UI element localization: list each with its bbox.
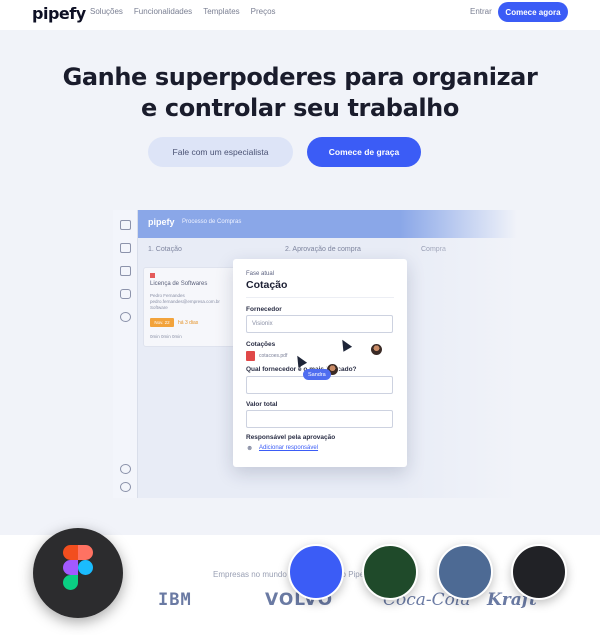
figma-logo-icon bbox=[33, 528, 123, 618]
hero-title-line-2: e controlar seu trabalho bbox=[141, 94, 459, 122]
card-date-tag: Nov. 22 bbox=[150, 318, 174, 327]
table-icon bbox=[120, 243, 131, 253]
nav-link-templates[interactable]: Templates bbox=[203, 7, 239, 16]
supplier-field[interactable]: Visionix bbox=[246, 315, 393, 333]
card-category: Software bbox=[150, 305, 168, 310]
total-field[interactable] bbox=[246, 410, 393, 428]
collaborator-avatar bbox=[370, 343, 383, 356]
grid-icon bbox=[120, 220, 131, 230]
color-swatch-blue[interactable] bbox=[288, 544, 344, 600]
help-icon bbox=[120, 464, 131, 474]
card-detail-modal: Fase atual Cotação Fornecedor Visionix C… bbox=[233, 259, 407, 467]
color-swatch-charcoal[interactable] bbox=[511, 544, 567, 600]
color-swatch-slate-blue[interactable] bbox=[437, 544, 493, 600]
pdf-icon bbox=[246, 351, 255, 361]
list-icon bbox=[120, 266, 131, 276]
chat-icon bbox=[120, 482, 131, 492]
app-sidebar bbox=[113, 210, 138, 498]
process-name: Processo de Compras bbox=[182, 219, 242, 225]
app-header: pipefy Processo de Compras bbox=[138, 210, 523, 238]
user-add-icon: ☻ bbox=[246, 445, 254, 452]
nav-link-precos[interactable]: Preços bbox=[251, 7, 276, 16]
start-free-button[interactable]: Comece de graça bbox=[307, 137, 421, 167]
login-link[interactable]: Entrar bbox=[470, 7, 492, 16]
phase-title: Cotação bbox=[246, 279, 288, 291]
bot-icon bbox=[120, 289, 131, 299]
card-status-dot bbox=[150, 273, 155, 278]
pipefy-logo[interactable]: pipefy bbox=[32, 4, 86, 23]
column-header-compra: Compra bbox=[421, 246, 446, 253]
talk-to-specialist-button[interactable]: Fale com um especialista bbox=[148, 137, 293, 167]
kanban-card[interactable]: Licença de Softwares Pedro Fernandes ped… bbox=[143, 267, 241, 347]
app-brand: pipefy bbox=[148, 217, 175, 227]
approver-label: Responsável pela aprovação bbox=[246, 434, 336, 441]
supplier-value: Visionix bbox=[252, 321, 273, 327]
card-meta: 0min 0min 0min bbox=[150, 334, 182, 339]
column-header-cotacao: 1. Cotação bbox=[148, 246, 182, 253]
hero-title-line-1: Ganhe superpoderes para organizar bbox=[62, 63, 538, 91]
collaborator-name-tag: Sandra bbox=[303, 369, 331, 380]
card-title: Licença de Softwares bbox=[150, 281, 208, 287]
globe-icon bbox=[120, 312, 131, 322]
supplier-label: Fornecedor bbox=[246, 306, 282, 313]
nav-link-solucoes[interactable]: Soluções bbox=[90, 7, 123, 16]
top-navigation: pipefy Soluções Funcionalidades Template… bbox=[0, 0, 600, 30]
add-approver-link[interactable]: Adicionar responsável bbox=[259, 445, 318, 451]
quotes-label: Cotações bbox=[246, 341, 276, 348]
color-swatch-dark-green[interactable] bbox=[362, 544, 418, 600]
card-name: Pedro Fernandes bbox=[150, 293, 185, 298]
phase-label: Fase atual bbox=[246, 271, 275, 277]
nav-link-funcionalidades[interactable]: Funcionalidades bbox=[134, 7, 192, 16]
column-header-aprovacao: 2. Aprovação de compra bbox=[285, 246, 361, 253]
divider bbox=[246, 297, 394, 298]
which-supplier-label: Qual fornecedor é o mais indicado? bbox=[246, 366, 357, 373]
total-label: Valor total bbox=[246, 401, 278, 408]
start-now-button[interactable]: Comece agora bbox=[498, 2, 568, 22]
card-late-text: há 3 dias bbox=[178, 320, 199, 326]
brand-ibm: IBM bbox=[158, 590, 192, 610]
card-email: pedro.fernandes@empresa.com.br bbox=[150, 299, 220, 304]
nav-links: Soluções Funcionalidades Templates Preço… bbox=[90, 7, 276, 16]
quote-file[interactable]: cotacoes.pdf bbox=[259, 353, 287, 359]
hero-title: Ganhe superpoderes para organizar e cont… bbox=[60, 62, 540, 124]
